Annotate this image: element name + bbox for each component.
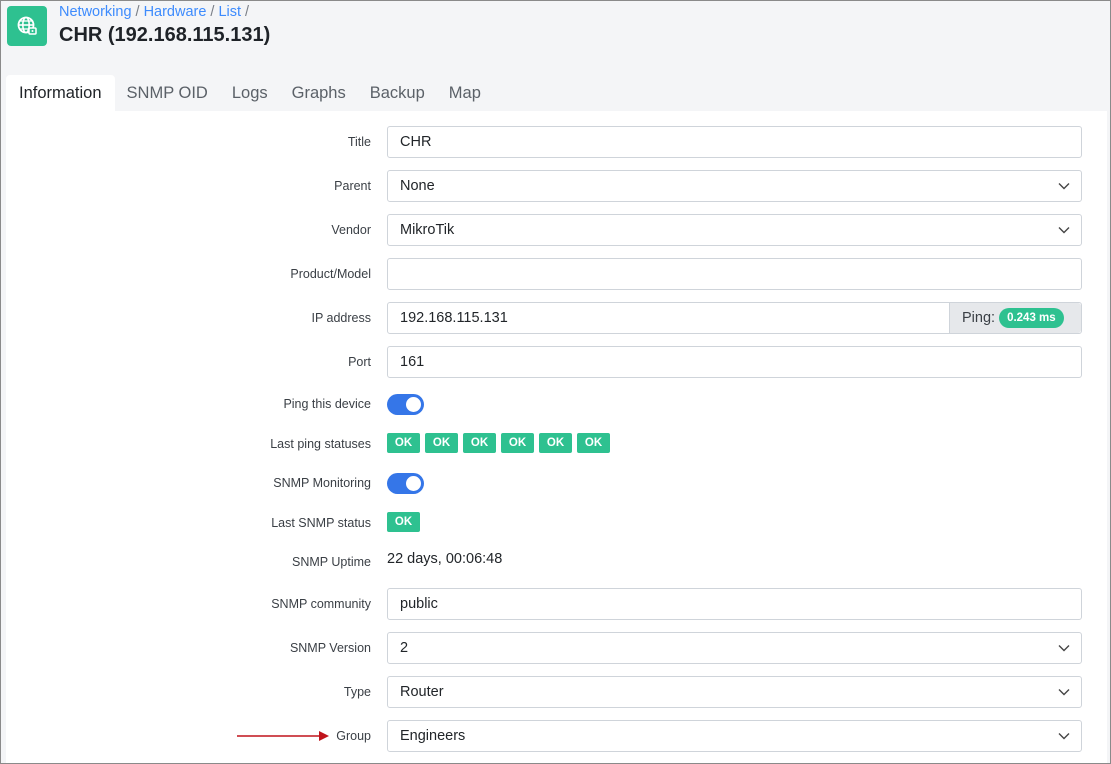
chevron-down-icon [1058,645,1070,652]
ping-status-badge: OK [425,433,458,453]
tab-graphs[interactable]: Graphs [280,75,358,111]
vendor-select[interactable]: MikroTik [387,214,1082,246]
ping-status-badge: OK [387,433,420,453]
form-row-snmp-monitoring: SNMP Monitoring [6,467,1107,499]
form-row-last-snmp: Last SNMP status OK [6,507,1107,539]
ip-value: 192.168.115.131 [400,310,508,326]
parent-label: Parent [334,179,371,193]
form-row-model: Product/Model [6,258,1107,290]
tab-snmp-oid[interactable]: SNMP OID [115,75,220,111]
tab-bar: Information SNMP OID Logs Graphs Backup … [6,75,493,111]
form-row-uptime: SNMP Uptime 22 days, 00:06:48 [6,546,1107,578]
uptime-label: SNMP Uptime [292,555,371,569]
title-label: Title [347,135,371,149]
version-value: 2 [400,640,409,656]
form-row-title: Title CHR [6,126,1107,158]
breadcrumb-list[interactable]: List [218,4,241,20]
ping-addon: Ping: 0.243 ms [949,303,1081,333]
model-label: Product/Model [290,267,371,281]
ip-label: IP address [311,311,371,325]
breadcrumb: Networking / Hardware / List / [59,4,250,20]
chevron-down-icon [1058,183,1070,190]
form-row-ping-device: Ping this device [6,388,1107,420]
form-row-vendor: Vendor MikroTik [6,214,1107,246]
form-row-parent: Parent None [6,170,1107,202]
vendor-value: MikroTik [400,222,455,238]
tab-backup[interactable]: Backup [358,75,437,111]
community-label: SNMP community [271,597,371,611]
annotation-arrow-icon [237,731,329,741]
ping-label: Ping: [962,310,996,326]
version-label: SNMP Version [289,641,371,655]
globe-network-icon [7,6,47,46]
chevron-down-icon [1058,689,1070,696]
uptime-value: 22 days, 00:06:48 [387,551,503,567]
parent-select[interactable]: None [387,170,1082,202]
toggle-knob [406,476,421,491]
app-frame: Networking / Hardware / List / CHR (192.168.1… [0,0,1111,764]
tab-information[interactable]: Information [6,75,115,111]
tab-logs[interactable]: Logs [220,75,280,111]
ping-status-badge: OK [501,433,534,453]
chevron-down-icon [1058,227,1070,234]
form-row-last-ping: Last ping statuses OK OK OK OK OK OK [6,428,1107,460]
form-row-group: Group Engineers [6,720,1107,752]
ping-status-list: OK OK OK OK OK OK [387,433,610,453]
last-snmp-label: Last SNMP status [271,516,371,530]
group-select[interactable]: Engineers [387,720,1082,752]
tab-map[interactable]: Map [437,75,493,111]
ping-status-badge: OK [463,433,496,453]
group-label: Group [336,729,371,743]
breadcrumb-networking[interactable]: Networking [59,4,132,20]
port-input[interactable]: 161 [387,346,1082,378]
form-row-port: Port 161 [6,346,1107,378]
form-row-ip: IP address 192.168.115.131 Ping: 0.243 m… [6,302,1107,334]
form-row-community: SNMP community public [6,588,1107,620]
snmp-monitoring-toggle[interactable] [387,473,424,494]
title-input[interactable]: CHR [387,126,1082,158]
type-select[interactable]: Router [387,676,1082,708]
last-ping-label: Last ping statuses [270,437,371,451]
parent-value: None [400,178,435,194]
snmp-status-list: OK [387,512,420,532]
ip-address-input[interactable]: 192.168.115.131 Ping: 0.243 ms [387,302,1082,334]
chevron-down-icon [1058,733,1070,740]
snmp-community-input[interactable]: public [387,588,1082,620]
page-title: CHR (192.168.115.131) [59,24,271,46]
breadcrumb-hardware[interactable]: Hardware [144,4,207,20]
ping-status-badge: OK [539,433,572,453]
group-value: Engineers [400,728,466,744]
information-panel: Title CHR Parent None Vendor MikroTik Pr… [6,111,1107,763]
type-label: Type [343,685,371,699]
model-input[interactable] [387,258,1082,290]
toggle-knob [406,397,421,412]
snmp-monitoring-label: SNMP Monitoring [273,476,371,490]
ping-status-badge: OK [577,433,610,453]
ping-device-toggle[interactable] [387,394,424,415]
ping-time-badge: 0.243 ms [999,308,1064,328]
vendor-label: Vendor [331,223,371,237]
form-row-type: Type Router [6,676,1107,708]
form-row-version: SNMP Version 2 [6,632,1107,664]
snmp-version-select[interactable]: 2 [387,632,1082,664]
ping-device-label: Ping this device [283,397,371,411]
snmp-status-badge: OK [387,512,420,532]
port-label: Port [348,355,371,369]
type-value: Router [400,684,444,700]
